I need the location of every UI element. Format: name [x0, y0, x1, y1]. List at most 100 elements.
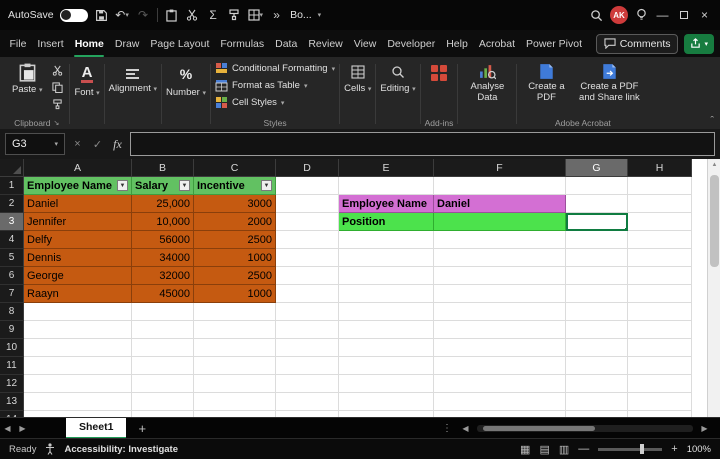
number-group-button[interactable]: % Number ▾	[166, 60, 206, 98]
alignment-group-button[interactable]: Alignment ▾	[109, 60, 157, 94]
add-sheet-button[interactable]: +	[138, 421, 146, 436]
vertical-scrollbar[interactable]: ▲	[707, 159, 720, 417]
search-button[interactable]	[589, 6, 604, 24]
row-header-9[interactable]: 9	[0, 321, 24, 339]
cell-H4[interactable]	[628, 231, 692, 249]
horizontal-scrollbar-track[interactable]	[477, 424, 693, 432]
zoom-out-button[interactable]: —	[578, 443, 589, 455]
cell-F9[interactable]	[434, 321, 566, 339]
cell-C11[interactable]	[194, 357, 276, 375]
zoom-slider[interactable]	[598, 444, 663, 454]
autosave-toggle[interactable]	[59, 8, 88, 22]
hscroll-right-icon[interactable]: ▶	[697, 424, 712, 433]
cell-D12[interactable]	[276, 375, 339, 393]
tab-acrobat[interactable]: Acrobat	[473, 30, 520, 57]
cell-H8[interactable]	[628, 303, 692, 321]
cell-F4[interactable]	[434, 231, 566, 249]
cell-F5[interactable]	[434, 249, 566, 267]
paste-qat-button[interactable]	[164, 6, 179, 24]
sheet-nav-left-button[interactable]: ◀	[0, 424, 15, 433]
vertical-scrollbar-thumb[interactable]	[710, 175, 719, 267]
col-header-A[interactable]: A	[24, 159, 132, 177]
cell-A5[interactable]: Dennis	[24, 249, 132, 267]
cell-F10[interactable]	[434, 339, 566, 357]
cell-A1[interactable]: Employee Name ▼	[24, 177, 132, 195]
tab-draw[interactable]: Draw	[109, 30, 145, 57]
tell-me-button[interactable]	[634, 6, 649, 24]
cell-D1[interactable]	[276, 177, 339, 195]
cell-H11[interactable]	[628, 357, 692, 375]
tab-developer[interactable]: Developer	[382, 30, 441, 57]
row-header-4[interactable]: 4	[0, 231, 24, 249]
cell-F3[interactable]	[434, 213, 566, 231]
format-as-table-button[interactable]: Format as Table ▾	[215, 77, 307, 94]
cell-G4[interactable]	[566, 231, 628, 249]
cell-A13[interactable]	[24, 393, 132, 411]
cell-A12[interactable]	[24, 375, 132, 393]
cell-E6[interactable]	[339, 267, 434, 285]
tab-home[interactable]: Home	[69, 30, 109, 57]
page-break-view-button[interactable]: ▥	[559, 443, 569, 456]
row-header-10[interactable]: 10	[0, 339, 24, 357]
cell-E7[interactable]	[339, 285, 434, 303]
tab-view[interactable]: View	[348, 30, 382, 57]
cell-G5[interactable]	[566, 249, 628, 267]
cell-F12[interactable]	[434, 375, 566, 393]
cell-A6[interactable]: George	[24, 267, 132, 285]
cell-H6[interactable]	[628, 267, 692, 285]
cell-E3[interactable]: Position	[339, 213, 434, 231]
cell-A3[interactable]: Jennifer	[24, 213, 132, 231]
format-painter-small-button[interactable]	[49, 97, 65, 112]
cell-H7[interactable]	[628, 285, 692, 303]
page-layout-view-button[interactable]: ▤	[539, 443, 549, 456]
share-button[interactable]: ▾	[684, 33, 714, 54]
col-header-B[interactable]: B	[132, 159, 194, 177]
cell-F13[interactable]	[434, 393, 566, 411]
cell-F8[interactable]	[434, 303, 566, 321]
cell-E1[interactable]	[339, 177, 434, 195]
row-header-14[interactable]: 14	[0, 411, 24, 417]
cell-E10[interactable]	[339, 339, 434, 357]
row-header-8[interactable]: 8	[0, 303, 24, 321]
cell-E9[interactable]	[339, 321, 434, 339]
conditional-formatting-button[interactable]: Conditional Formatting ▾	[215, 60, 335, 77]
row-header-11[interactable]: 11	[0, 357, 24, 375]
cell-H13[interactable]	[628, 393, 692, 411]
create-pdf-share-button[interactable]: Create a PDF and Share link	[574, 60, 644, 107]
cell-E11[interactable]	[339, 357, 434, 375]
row-header-7[interactable]: 7	[0, 285, 24, 303]
col-header-F[interactable]: F	[434, 159, 566, 177]
collapse-ribbon-button[interactable]: ˆ	[710, 115, 714, 127]
sheet-bar-dots-icon[interactable]: ⋮	[442, 423, 452, 434]
cell-H5[interactable]	[628, 249, 692, 267]
redo-button[interactable]: ↷	[136, 6, 151, 24]
cell-H10[interactable]	[628, 339, 692, 357]
cell-B12[interactable]	[132, 375, 194, 393]
row-header-2[interactable]: 2	[0, 195, 24, 213]
cell-F1[interactable]	[434, 177, 566, 195]
sheet-nav-right-button[interactable]: ▶	[15, 424, 30, 433]
cell-D6[interactable]	[276, 267, 339, 285]
cell-B3[interactable]: 10,000	[132, 213, 194, 231]
zoom-slider-thumb[interactable]	[640, 444, 645, 454]
horizontal-scrollbar-thumb[interactable]	[483, 425, 595, 431]
scroll-up-icon[interactable]: ▲	[708, 162, 720, 168]
horizontal-scrollbar[interactable]: ◀ ▶	[452, 418, 720, 439]
close-button[interactable]: ×	[697, 6, 712, 24]
clipboard-dialog-launcher-icon[interactable]: ↘	[53, 119, 59, 127]
font-group-button[interactable]: A Font ▾	[74, 60, 99, 98]
cut-small-button[interactable]	[49, 63, 65, 78]
comments-button[interactable]: Comments	[595, 33, 679, 54]
cell-D3[interactable]	[276, 213, 339, 231]
tab-data[interactable]: Data	[270, 30, 303, 57]
cell-G12[interactable]	[566, 375, 628, 393]
select-all-corner[interactable]	[0, 159, 24, 177]
cell-B8[interactable]	[132, 303, 194, 321]
fill-handle[interactable]	[624, 227, 626, 229]
cell-D8[interactable]	[276, 303, 339, 321]
cell-C8[interactable]	[194, 303, 276, 321]
cell-G1[interactable]	[566, 177, 628, 195]
tab-review[interactable]: Review	[303, 30, 348, 57]
cell-A4[interactable]: Delfy	[24, 231, 132, 249]
cell-C1[interactable]: Incentive ▼	[194, 177, 276, 195]
